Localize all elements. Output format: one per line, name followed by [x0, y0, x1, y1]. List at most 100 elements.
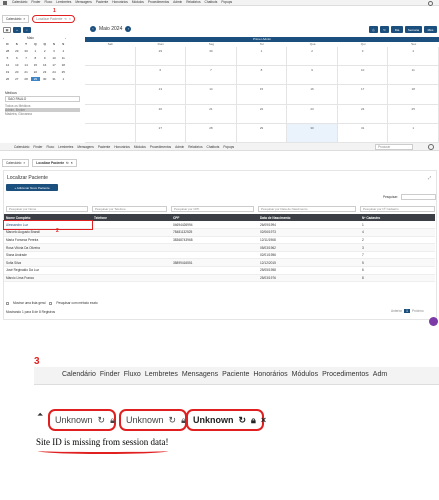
- mini-day[interactable]: 1: [59, 77, 68, 81]
- calendar-day-cell[interactable]: 27: [135, 123, 187, 143]
- nav-item[interactable]: Admin: [175, 145, 184, 149]
- tab-localizar-paciente[interactable]: Localizar Paciente ↻ ×: [32, 15, 75, 23]
- nav-item[interactable]: Finder: [33, 145, 42, 149]
- calendar-day-cell[interactable]: 10: [337, 66, 389, 86]
- nav-item[interactable]: Relatórios: [188, 145, 202, 149]
- refresh-icon[interactable]: ↻: [239, 415, 247, 426]
- calendar-day-cell[interactable]: 7: [186, 66, 237, 86]
- mini-day[interactable]: 13: [12, 63, 21, 67]
- refresh-icon[interactable]: ↻: [169, 415, 177, 426]
- top-nav-item[interactable]: Admin: [173, 0, 182, 4]
- refresh-icon[interactable]: ↻: [98, 415, 106, 426]
- mini-day[interactable]: 24: [50, 70, 59, 74]
- nav-item[interactable]: Calendário: [62, 371, 96, 378]
- nav-item[interactable]: Chatbots: [207, 145, 220, 149]
- table-row[interactable]: Marcelo Augusto Brandi 78481132525 02/06/1…: [4, 228, 435, 237]
- refresh-icon[interactable]: ↻: [64, 17, 67, 21]
- mini-day[interactable]: 16: [40, 63, 49, 67]
- top-nav-item[interactable]: Finder: [31, 0, 40, 4]
- table-row[interactable]: Maria Fonseca Pereira 38368743968 12/11/19…: [4, 236, 435, 245]
- calendar-day-cell[interactable]: 29: [236, 123, 288, 143]
- top-nav-item[interactable]: Popups: [221, 0, 232, 4]
- top-nav-item[interactable]: Chatbots: [205, 0, 218, 4]
- mini-day[interactable]: 9: [40, 56, 49, 60]
- pagination-page[interactable]: 1: [404, 309, 410, 313]
- nav-item[interactable]: Lembretes: [58, 145, 73, 149]
- calendar-day-cell[interactable]: 18: [388, 85, 439, 105]
- calendar-day-cell[interactable]: 31: [337, 123, 389, 143]
- refresh-icon[interactable]: ↻: [380, 26, 389, 33]
- calendar-day-cell[interactable]: 4: [388, 47, 439, 67]
- print-icon[interactable]: ⎙: [369, 26, 378, 33]
- calendar-day-cell[interactable]: 16: [287, 85, 338, 105]
- lock-icon[interactable]: 🔒︎: [251, 415, 256, 426]
- table-row[interactable]: José Reginaldo Da Luz 25/05/1958 6: [4, 266, 435, 275]
- list-item[interactable]: Madeira, Giovanna: [5, 112, 80, 116]
- calendar-day-cell[interactable]: 28: [186, 123, 237, 143]
- home-icon[interactable]: [3, 1, 7, 5]
- nav-item[interactable]: Fluxo: [46, 145, 54, 149]
- top-nav-item[interactable]: Calendário: [12, 0, 27, 4]
- user-avatar[interactable]: [428, 1, 433, 6]
- calendar-day-cell[interactable]: [85, 85, 136, 105]
- calendar-day-cell[interactable]: [85, 123, 136, 143]
- calendar-day-cell[interactable]: 24: [337, 104, 389, 124]
- mini-day[interactable]: 19: [3, 70, 12, 74]
- calendar-day-cell[interactable]: 17: [337, 85, 389, 105]
- nav-item[interactable]: Mensagens: [77, 145, 93, 149]
- mini-day[interactable]: 31: [50, 77, 59, 81]
- next-month-icon[interactable]: ›: [65, 36, 66, 40]
- top-nav-item[interactable]: Mensagens: [75, 0, 91, 4]
- calendar-day-cell[interactable]: 25: [388, 104, 439, 124]
- calendar-day-cell[interactable]: 1: [236, 47, 288, 67]
- nav-item[interactable]: Fluxo: [124, 371, 141, 378]
- mini-day[interactable]: 7: [22, 56, 31, 60]
- calendar-day-cell[interactable]: 30: [287, 123, 338, 143]
- calendar-day-cell[interactable]: [85, 66, 136, 86]
- calendar-day-cell[interactable]: 11: [388, 66, 439, 86]
- search-icon[interactable]: ⌕: [23, 27, 31, 33]
- mini-day[interactable]: 3: [50, 49, 59, 53]
- calendar-day-cell[interactable]: 23: [287, 104, 338, 124]
- table-row[interactable]: Rosa Vitória Da Oliveira 05/03/1962 3: [4, 243, 435, 252]
- user-avatar[interactable]: [428, 144, 434, 150]
- add-button[interactable]: +: [13, 27, 21, 33]
- nav-item[interactable]: Procedimentos: [322, 371, 369, 378]
- nav-item[interactable]: Calendário: [14, 145, 29, 149]
- filter-name-input[interactable]: Pesquisar por Nome: [6, 206, 88, 212]
- checkbox[interactable]: [49, 301, 53, 305]
- mini-day[interactable]: 6: [12, 56, 21, 60]
- table-row[interactable]: Sofia Silva 35899416551 12/12/2015 5: [4, 258, 435, 268]
- pagination-next[interactable]: Próximo: [412, 309, 424, 313]
- mini-day[interactable]: 11: [59, 56, 68, 60]
- column-header[interactable]: Telefone: [92, 214, 171, 221]
- nav-item[interactable]: Lembretes: [145, 371, 178, 378]
- mini-day[interactable]: 15: [31, 63, 40, 67]
- top-nav-item[interactable]: Módulos: [132, 0, 144, 4]
- table-row[interactable]: Alessandro Luz 04694426994 26/09/1994 1: [3, 220, 435, 230]
- mini-day[interactable]: 17: [50, 63, 59, 67]
- mini-day[interactable]: 28: [22, 77, 31, 81]
- nav-item[interactable]: Honorários: [253, 371, 287, 378]
- calendar-day-cell[interactable]: 21: [186, 104, 237, 124]
- column-header[interactable]: Data de Nascimento: [258, 214, 360, 221]
- view-week-button[interactable]: Semana: [405, 26, 422, 33]
- mini-day[interactable]: 1: [31, 49, 40, 53]
- tab-localizar-paciente[interactable]: Localizar Paciente ↻ ×: [32, 159, 77, 167]
- calendar-day-cell[interactable]: 8: [236, 66, 288, 86]
- close-icon[interactable]: ×: [23, 161, 25, 165]
- top-nav-item[interactable]: Procedimentos: [148, 0, 169, 4]
- mini-day[interactable]: 4: [59, 49, 68, 53]
- nav-item[interactable]: Finder: [100, 371, 120, 378]
- calendar-day-cell[interactable]: 13: [135, 85, 187, 105]
- mini-day[interactable]: 28: [3, 49, 12, 53]
- calendar-day-cell[interactable]: 22: [236, 104, 288, 124]
- pagination-prev[interactable]: Anterior: [391, 309, 402, 313]
- column-header[interactable]: Nome Completo: [4, 214, 92, 221]
- mini-day[interactable]: 27: [12, 77, 21, 81]
- top-nav-item[interactable]: Paciente: [96, 0, 108, 4]
- mini-day[interactable]: 10: [50, 56, 59, 60]
- nav-item[interactable]: Módulos: [292, 371, 318, 378]
- calendar-day-cell[interactable]: 6: [135, 66, 187, 86]
- mini-day[interactable]: 23: [40, 70, 49, 74]
